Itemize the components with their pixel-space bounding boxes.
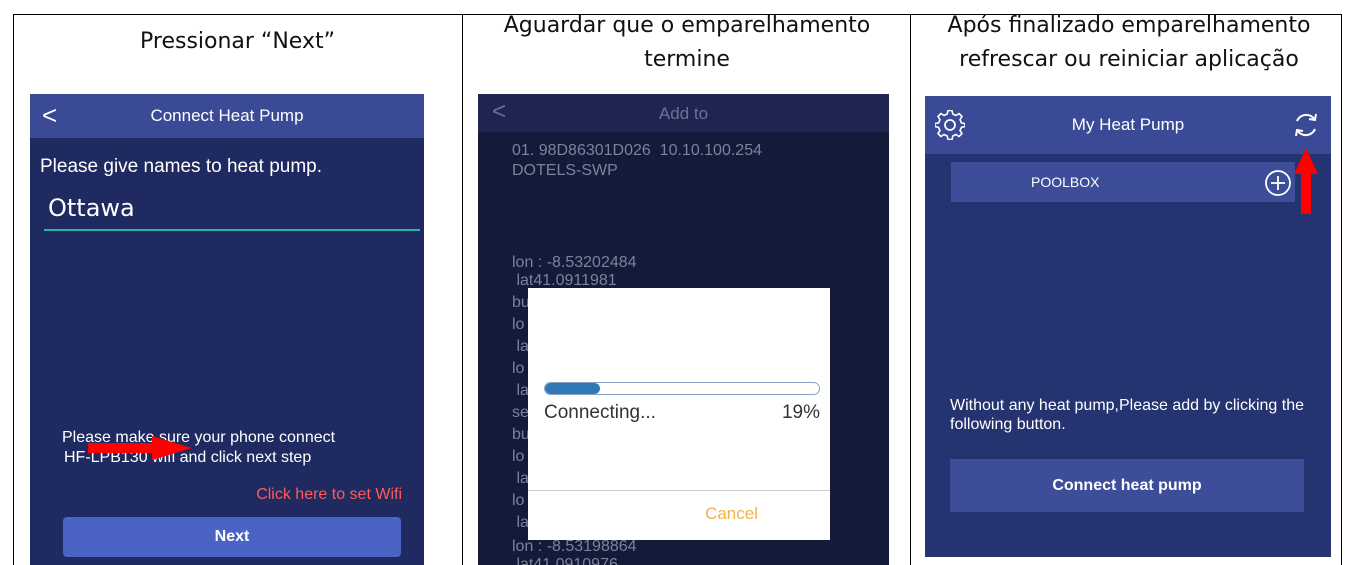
caption-step3: Após finalizado emparelhamento refrescar… [947,13,1311,72]
screen-connect-heat-pump: < Connect Heat Pump Please give names to… [30,94,424,565]
device-line: 01. 98D86301D026 10.10.100.254 [512,142,762,159]
screen-add-to: < Add to 01. 98D86301D026 10.10.100.254 … [478,94,889,565]
log-line: lat41.0910976 [512,556,618,565]
page-title: Connect Heat Pump [150,106,304,125]
device-row[interactable]: POOLBOX [951,162,1295,202]
caption-step2: Aguardar que o emparelhamento termine [503,13,871,72]
progress-fill [545,383,600,394]
connect-heat-pump-button[interactable]: Connect heat pump [950,459,1304,512]
page-title: Add to [658,104,709,123]
cancel-button[interactable]: Cancel [705,504,758,524]
column-divider [910,14,911,565]
log-line: lo [512,316,525,333]
progress-percent: 19% [781,402,820,423]
app-header: < Connect Heat Pump [30,94,424,138]
page-title: My Heat Pump [1071,115,1185,134]
log-line: la [512,514,529,531]
log-line: la [512,470,529,487]
device-name: POOLBOX [1031,174,1100,190]
add-circle-icon[interactable] [1263,168,1293,198]
log-line: lo [512,492,525,509]
log-line: lon : -8.53202484 [512,254,637,271]
screen-my-heat-pump: My Heat Pump POOLBOX Without any heat pu… [925,96,1331,557]
log-line: se [512,404,529,421]
connecting-dialog: Connecting... 19% Cancel [528,288,830,540]
arrow-right-icon [88,436,192,460]
app-header: < Add to [478,94,889,132]
column-divider [462,14,463,565]
log-line: lo [512,448,525,465]
empty-message: Without any heat pump,Please add by clic… [950,397,1304,433]
set-wifi-link[interactable]: Click here to set Wifi [256,486,402,504]
log-line: lon : -8.53198864 [512,538,637,555]
log-line: la [512,382,529,399]
dialog-divider [528,490,830,491]
log-line: lo [512,360,525,377]
caption-step1: Pressionar “Next” [140,29,335,54]
heat-pump-name-input[interactable]: Ottawa [48,194,135,222]
device-line: DOTELS-SWP [512,162,618,179]
connecting-status: Connecting... [544,402,656,423]
input-underline [44,229,420,231]
name-prompt: Please give names to heat pump. [40,156,323,177]
refresh-icon[interactable] [1291,110,1321,140]
app-header: My Heat Pump [925,96,1331,154]
log-line: la [512,338,529,355]
progress-bar [544,382,820,395]
arrow-up-icon [1294,148,1318,214]
next-button[interactable]: Next [63,517,401,557]
